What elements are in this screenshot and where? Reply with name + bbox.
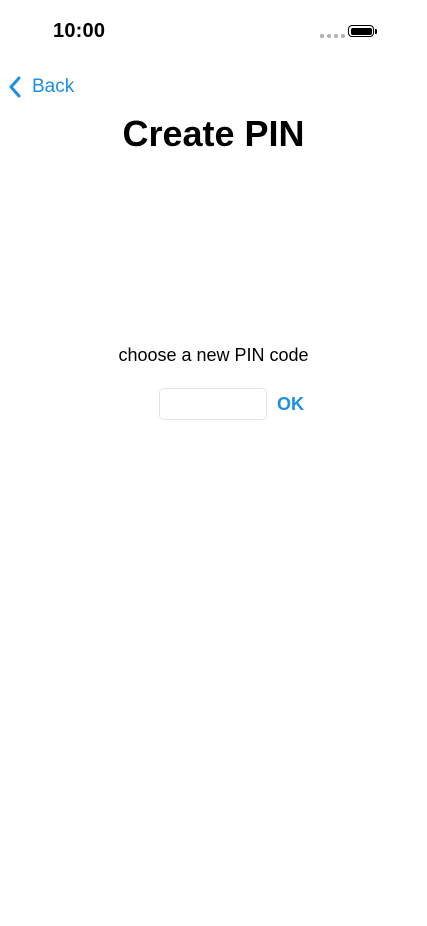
cellular-signal-icon — [320, 34, 345, 38]
page-title: Create PIN — [122, 113, 305, 154]
status-bar: 10:00 — [0, 0, 427, 60]
back-label: Back — [32, 76, 75, 97]
chevron-left-icon — [8, 76, 22, 98]
ok-button[interactable]: OK — [277, 394, 304, 415]
back-button[interactable]: Back — [8, 76, 74, 98]
pin-input[interactable] — [159, 388, 267, 420]
pin-form: OK — [159, 388, 304, 420]
status-time: 10:00 — [53, 20, 106, 42]
battery-icon — [348, 25, 374, 37]
battery-cap — [375, 29, 377, 34]
pin-prompt: choose a new PIN code — [118, 345, 309, 365]
